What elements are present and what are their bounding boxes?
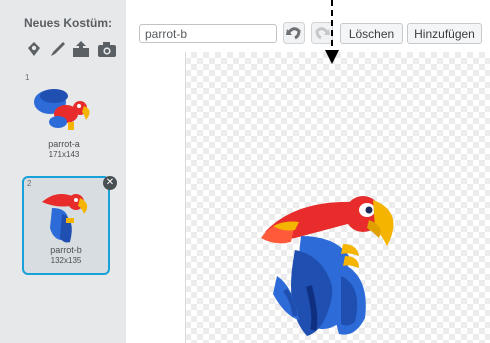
costume-name: parrot-b: [50, 245, 82, 255]
costume-size: 171x143: [48, 150, 80, 159]
undo-icon[interactable]: [283, 22, 305, 44]
costume-thumbnail: [34, 89, 90, 130]
costume-item-selected[interactable]: 2 parrot-b 132x135: [22, 176, 110, 275]
arrow-down-icon: [325, 0, 339, 64]
brush-icon[interactable]: [49, 40, 69, 58]
parrot-sprite[interactable]: [255, 190, 410, 343]
upload-icon[interactable]: [71, 40, 91, 58]
delete-costume-icon[interactable]: ✕: [103, 176, 117, 190]
canvas-divider: [185, 52, 186, 343]
add-button[interactable]: Hinzufügen: [407, 23, 482, 44]
costume-item[interactable]: 1 parrot-a 171x143: [22, 72, 106, 167]
costume-number: 1: [25, 73, 30, 82]
costume-name: parrot-a: [48, 139, 80, 149]
costume-thumbnail: [42, 194, 88, 243]
new-costume-tools: [25, 40, 125, 58]
camera-icon[interactable]: [97, 40, 117, 58]
costume-number: 2: [27, 179, 32, 188]
costume-name-input[interactable]: [139, 24, 277, 43]
clear-button[interactable]: Löschen: [340, 23, 403, 44]
costume-size: 132x135: [50, 256, 82, 265]
paint-icon[interactable]: [25, 40, 45, 58]
new-costume-label: Neues Kostüm:: [24, 16, 113, 30]
